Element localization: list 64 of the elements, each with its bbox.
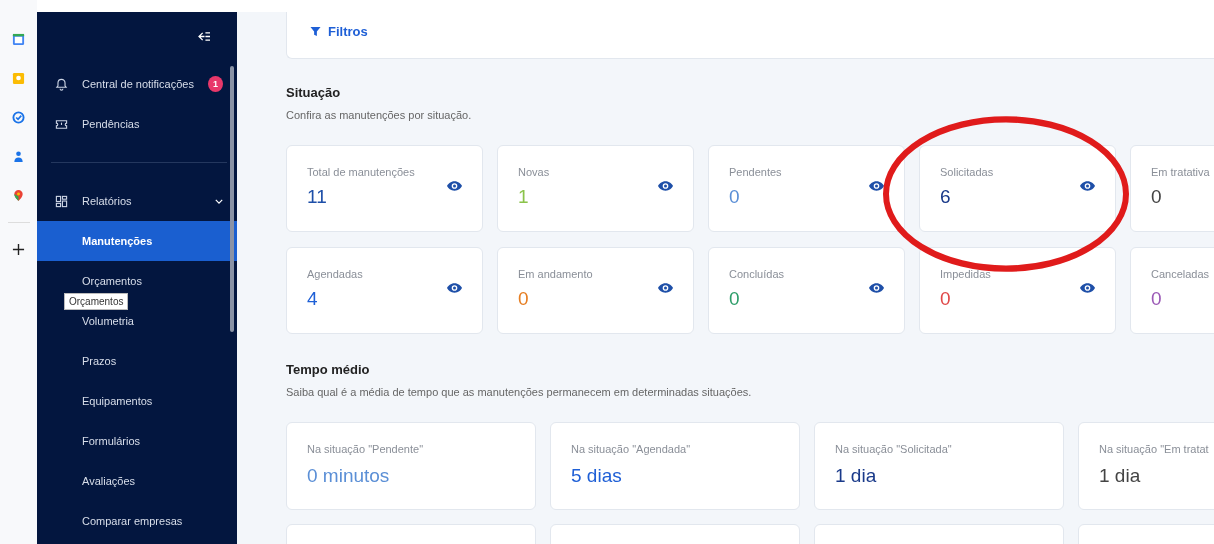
filters-button[interactable]: Filtros bbox=[310, 23, 368, 39]
card-value: 5 dias bbox=[571, 465, 623, 487]
section-subtitle: Saiba qual é a média de tempo que as manutenções permanecem em determinadas situações. bbox=[286, 386, 753, 398]
card-label: Na situação "Solicitada" bbox=[835, 443, 953, 455]
card-label: Em andamento bbox=[518, 267, 594, 280]
card-label: Novas bbox=[518, 165, 551, 178]
eye-icon[interactable] bbox=[447, 180, 462, 191]
tooltip: Orçamentos bbox=[64, 293, 129, 310]
section-subtitle: Confira as manutenções por situação. bbox=[286, 109, 473, 121]
card-value: 0 bbox=[1151, 287, 1163, 310]
card-value: 4 bbox=[307, 287, 319, 310]
person-icon[interactable] bbox=[12, 150, 25, 163]
dashboard-icon bbox=[55, 194, 68, 208]
section-title: Tempo médio bbox=[286, 362, 371, 377]
sidebar-item[interactable]: Comparar empresas bbox=[37, 509, 237, 533]
eye-icon[interactable] bbox=[869, 180, 884, 191]
card-value: 6 bbox=[940, 185, 952, 208]
card-value: 1 bbox=[518, 185, 530, 208]
card-label: Em tratativa bbox=[1151, 165, 1211, 178]
check-circle-icon[interactable] bbox=[12, 111, 25, 124]
card-label: Na situação "Pendente" bbox=[307, 443, 425, 455]
eye-icon[interactable] bbox=[1080, 180, 1095, 191]
map-pin-icon[interactable] bbox=[12, 189, 25, 202]
card-value: 0 bbox=[1151, 185, 1163, 208]
ticket-icon bbox=[55, 117, 68, 131]
eye-icon[interactable] bbox=[869, 282, 884, 293]
card-label: Na situação "Agendada" bbox=[571, 443, 692, 455]
eye-icon[interactable] bbox=[658, 180, 673, 191]
card-label: Concluídas bbox=[729, 267, 786, 280]
sidebar-item[interactable]: Prazos bbox=[37, 349, 237, 373]
card-label: Impedidas bbox=[940, 267, 992, 280]
section-title: Situação bbox=[286, 85, 342, 100]
eye-icon[interactable] bbox=[658, 282, 673, 293]
card-value: 0 bbox=[729, 185, 741, 208]
sidebar-item[interactable]: Formulários bbox=[37, 429, 237, 453]
card-label: Agendadas bbox=[307, 267, 364, 280]
card-value: 11 bbox=[307, 185, 328, 208]
filter-icon bbox=[310, 25, 321, 37]
notification-badge: 1 bbox=[207, 76, 223, 92]
collapse-icon[interactable] bbox=[198, 30, 211, 42]
card-value: 1 dia bbox=[835, 465, 878, 487]
card-value: 0 bbox=[729, 287, 741, 310]
bell-icon bbox=[55, 77, 68, 91]
eye-icon[interactable] bbox=[1080, 282, 1095, 293]
card-value: 0 bbox=[940, 287, 952, 310]
sidebar-group[interactable]: Relatórios bbox=[37, 181, 237, 221]
sidebar-item[interactable]: Orçamentos bbox=[37, 269, 237, 293]
eye-icon[interactable] bbox=[447, 282, 462, 293]
sidebar-item[interactable]: Equipamentos bbox=[37, 389, 237, 413]
sidebar-item[interactable]: Manutenções bbox=[37, 221, 237, 261]
card-label: Canceladas bbox=[1151, 267, 1211, 280]
card-value: 0 minutos bbox=[307, 465, 391, 487]
card-label: Total de manutenções bbox=[307, 165, 416, 178]
plus-icon[interactable] bbox=[12, 243, 25, 256]
sidebar-item[interactable]: Pendências bbox=[37, 104, 237, 144]
sidebar-item[interactable]: Avaliações bbox=[37, 469, 237, 493]
card-label: Solicitadas bbox=[940, 165, 995, 178]
card-label: Pendentes bbox=[729, 165, 783, 178]
card-value: 1 dia bbox=[1099, 465, 1142, 487]
sidebar-item[interactable]: Volumetria bbox=[37, 309, 237, 333]
calendar-icon[interactable] bbox=[12, 33, 25, 46]
card-value: 0 bbox=[518, 287, 530, 310]
card-label: Na situação "Em tratat bbox=[1099, 443, 1210, 455]
sidebar-item[interactable]: Central de notificações 1 bbox=[37, 64, 237, 104]
